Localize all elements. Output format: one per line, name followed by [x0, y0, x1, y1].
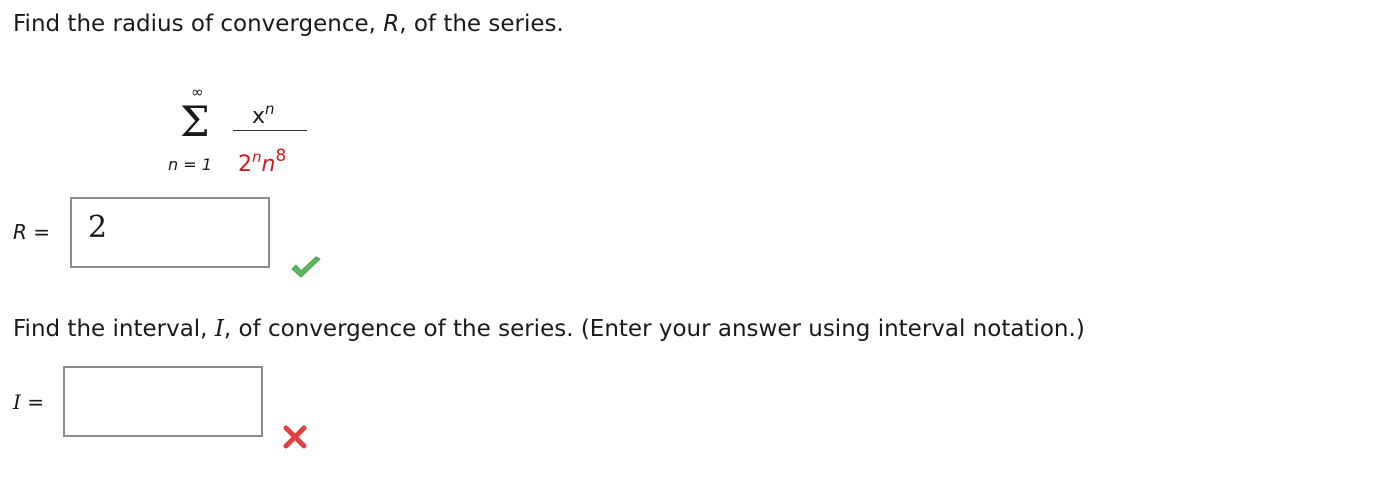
checkmark-icon — [289, 255, 323, 281]
question-radius: Find the radius of convergence, R, of th… — [13, 10, 564, 38]
fraction-numerator: xn — [252, 97, 275, 129]
question-radius-var: R — [383, 11, 400, 37]
cross-icon — [282, 424, 308, 450]
numerator-base: x — [252, 104, 266, 129]
sum-lower-limit: n = 1 — [168, 156, 212, 174]
radius-answer-field[interactable]: 2 — [70, 197, 270, 268]
interval-label-var: I — [13, 390, 21, 414]
radius-answer-value: 2 — [88, 210, 108, 245]
question-radius-suffix: , of the series. — [399, 11, 564, 37]
radius-label-var: R — [13, 220, 27, 244]
sum-lower-limit-text: n = 1 — [168, 155, 212, 174]
interval-label-eq: = — [27, 390, 45, 414]
sigma-symbol: Σ — [180, 97, 210, 146]
interval-answer-field[interactable] — [63, 366, 263, 437]
question-interval-prefix: Find the interval, — [13, 316, 215, 342]
question-interval-suffix: , of convergence of the series. (Enter y… — [223, 316, 1085, 342]
numerator-exponent: n — [265, 100, 275, 118]
question-interval: Find the interval, I, of convergence of … — [13, 315, 1085, 343]
radius-label: R = — [13, 220, 50, 244]
question-radius-prefix: Find the radius of convergence, — [13, 11, 384, 37]
denominator-var-exponent: 8 — [275, 146, 287, 166]
fraction-denominator: 2nn8 — [238, 144, 286, 177]
question-interval-var: I — [214, 316, 224, 342]
denominator-var: n — [261, 152, 276, 177]
denominator-base: 2 — [238, 152, 252, 177]
denominator-exponent: n — [252, 148, 262, 166]
fraction-bar — [233, 130, 307, 131]
radius-label-eq: = — [33, 220, 51, 244]
interval-label: I = — [13, 390, 44, 414]
